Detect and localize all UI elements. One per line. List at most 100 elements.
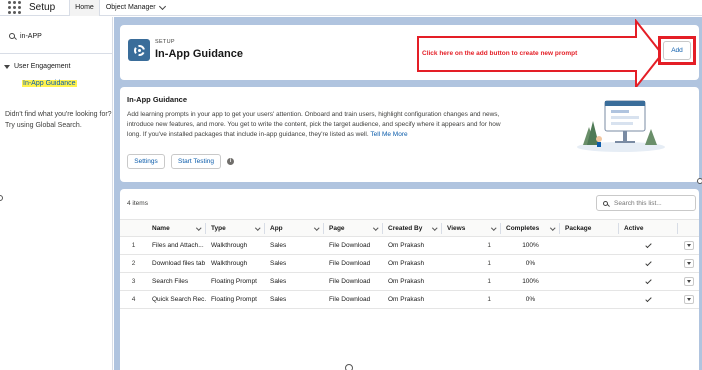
row-action-icon[interactable] <box>683 295 694 304</box>
app-name: Setup <box>29 2 56 13</box>
cell-views: 1 <box>442 290 501 309</box>
app-launcher-icon[interactable] <box>7 1 21 15</box>
page-header: SETUP In-App Guidance Click here on the … <box>120 19 699 90</box>
table-row[interactable]: 3 Search Files Floating Prompt Sales Fil… <box>120 272 699 291</box>
sidebar-divider <box>0 53 113 54</box>
table-row[interactable]: 4 Quick Search Rec... Floating Prompt Sa… <box>120 290 699 309</box>
column-header-label: Package <box>565 224 592 232</box>
column-header-created-by[interactable]: Created By <box>383 219 442 237</box>
cell-actions[interactable] <box>678 254 699 273</box>
sidebar-item-in-app-guidance[interactable]: In-App Guidance <box>22 80 77 87</box>
cell-app: Sales <box>265 290 324 309</box>
row-action-icon[interactable] <box>683 241 694 250</box>
quick-find-input[interactable]: in-APP <box>20 33 42 40</box>
column-header-label: Created By <box>388 224 423 232</box>
prompt-list-card: 4 items Name Type App Page Created By Vi… <box>120 189 699 370</box>
resize-handle-bottom[interactable] <box>345 364 353 370</box>
chevron-down-icon[interactable] <box>158 2 166 10</box>
cell-name[interactable]: Files and Attach... <box>147 236 206 255</box>
cell-completes: 100% <box>501 236 560 255</box>
row-action-icon[interactable] <box>683 277 694 286</box>
cell-name[interactable]: Quick Search Rec... <box>147 290 206 309</box>
chevron-down-icon[interactable] <box>254 225 260 231</box>
sidebar-help-text-2: Try using Global Search. <box>5 122 82 129</box>
tab-home[interactable]: Home <box>69 0 100 16</box>
chevron-down-icon[interactable] <box>4 64 10 69</box>
cell-type: Floating Prompt <box>206 290 265 309</box>
column-header-type[interactable]: Type <box>206 219 265 237</box>
page-kicker: SETUP <box>155 39 175 45</box>
cell-views: 1 <box>442 254 501 273</box>
sidebar-group-label: User Engagement <box>14 63 71 70</box>
intro-description: Add learning prompts in your app to get … <box>127 110 512 140</box>
settings-button[interactable]: Settings <box>127 154 165 169</box>
column-header-page[interactable]: Page <box>324 219 383 237</box>
chevron-down-icon[interactable] <box>372 225 378 231</box>
cell-created-by: Om Prakash <box>383 272 442 291</box>
main-content: SETUP In-App Guidance Click here on the … <box>114 17 702 370</box>
add-button[interactable]: Add <box>663 41 691 60</box>
info-icon[interactable]: i <box>227 158 234 165</box>
annotation-text: Click here on the add button to create n… <box>422 50 578 57</box>
cell-type: Walkthrough <box>206 254 265 273</box>
column-header-package[interactable]: Package <box>560 219 619 237</box>
column-header-active[interactable]: Active <box>619 219 678 237</box>
chevron-down-icon[interactable] <box>313 225 319 231</box>
resize-handle-right[interactable] <box>697 178 702 184</box>
cell-completes: 100% <box>501 272 560 291</box>
cell-page: File Download <box>324 254 383 273</box>
setup-gear-icon <box>128 39 150 61</box>
cell-active <box>619 290 678 309</box>
cell-package <box>560 290 619 309</box>
cell-created-by: Om Prakash <box>383 290 442 309</box>
list-search-box[interactable] <box>596 195 696 211</box>
column-header-label: Name <box>152 224 170 232</box>
chevron-down-icon[interactable] <box>195 225 201 231</box>
cell-actions[interactable] <box>678 272 699 291</box>
cell-actions[interactable] <box>678 290 699 309</box>
cell-package <box>560 254 619 273</box>
column-header-label: Page <box>329 224 345 232</box>
cell-active <box>619 236 678 255</box>
cell-page: File Download <box>324 272 383 291</box>
search-icon <box>603 200 608 206</box>
column-header-views[interactable]: Views <box>442 219 501 237</box>
intro-title: In-App Guidance <box>127 95 187 104</box>
intro-card: In-App Guidance Add learning prompts in … <box>120 87 699 182</box>
row-number: 2 <box>120 254 147 273</box>
tell-me-more-link[interactable]: Tell Me More <box>370 131 407 138</box>
start-testing-button[interactable]: Start Testing <box>171 154 221 169</box>
column-header-label: Views <box>447 224 466 232</box>
cell-completes: 0% <box>501 290 560 309</box>
list-search-input[interactable] <box>614 199 694 207</box>
table-row[interactable]: 2 Download files tab Walkthrough Sales F… <box>120 254 699 273</box>
sidebar-group-user-engagement[interactable]: User Engagement <box>4 63 70 70</box>
tab-object-manager[interactable]: Object Manager <box>100 0 171 16</box>
cell-app: Sales <box>265 236 324 255</box>
column-header-rownum <box>120 219 147 237</box>
table-row[interactable]: 1 Files and Attach... Walkthrough Sales … <box>120 236 699 255</box>
column-header-completes[interactable]: Completes <box>501 219 560 237</box>
setup-sidebar: in-APP User Engagement In-App Guidance D… <box>0 17 113 370</box>
checkmark-icon <box>645 259 652 266</box>
cell-actions[interactable] <box>678 236 699 255</box>
resize-handle[interactable] <box>0 195 3 201</box>
chevron-down-icon[interactable] <box>431 225 437 231</box>
quick-find-box[interactable]: in-APP <box>4 29 106 43</box>
row-action-icon[interactable] <box>683 259 694 268</box>
column-header-actions <box>678 219 699 237</box>
cell-name[interactable]: Download files tab <box>147 254 206 273</box>
column-header-name[interactable]: Name <box>147 219 206 237</box>
column-header-label: Type <box>211 224 226 232</box>
gear-icon <box>133 44 145 56</box>
cell-package <box>560 236 619 255</box>
guidance-illustration <box>577 100 665 152</box>
item-count: 4 items <box>127 200 148 207</box>
cell-active <box>619 272 678 291</box>
search-icon <box>9 33 15 39</box>
cell-created-by: Om Prakash <box>383 236 442 255</box>
chevron-down-icon[interactable] <box>490 225 496 231</box>
chevron-down-icon[interactable] <box>549 225 555 231</box>
cell-name[interactable]: Search Files <box>147 272 206 291</box>
column-header-app[interactable]: App <box>265 219 324 237</box>
